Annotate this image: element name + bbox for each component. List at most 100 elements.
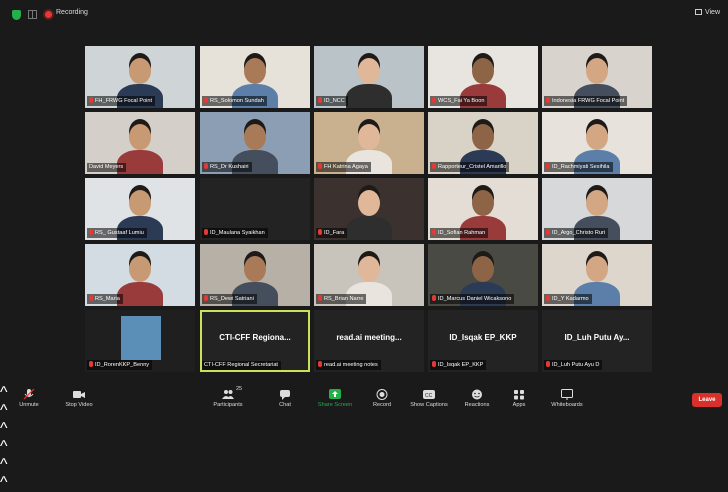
participant-display-name: CTI-CFF Regiona...: [219, 333, 291, 342]
share-screen-icon: [329, 387, 341, 399]
participant-tile[interactable]: FH_FRWG Focal Point: [85, 46, 195, 108]
participant-tile[interactable]: read.ai meeting... read.ai meeting notes: [314, 310, 424, 372]
muted-mic-icon: [546, 229, 550, 235]
muted-mic-icon: [546, 295, 550, 301]
participant-tile[interactable]: RS_Dr Kushairi: [200, 112, 310, 174]
participant-tile[interactable]: RS_Brian Narre: [314, 244, 424, 306]
participant-name-label: RS_Solomon Sundah: [202, 96, 267, 106]
participant-name: David Meyers: [89, 164, 124, 170]
participant-head: [472, 190, 494, 216]
participant-name-label: ID_Luh Putu Ayu D: [544, 360, 603, 370]
muted-mic-icon: [204, 295, 208, 301]
apps-label: Apps: [512, 402, 526, 408]
participant-name: read.ai meeting notes: [324, 362, 378, 368]
participant-name: FH_FRWG Focal Point: [95, 98, 153, 104]
participant-tile[interactable]: ID_Argo_Christo Ruri: [542, 178, 652, 240]
show-captions-button[interactable]: CC Show Captions: [406, 387, 452, 408]
reactions-label: Reactions: [464, 402, 490, 408]
participant-name-label: ID_RorenKKP_Benny: [87, 360, 153, 370]
whiteboard-icon: [561, 387, 573, 400]
record-button[interactable]: Record: [368, 387, 396, 408]
participant-tile[interactable]: RS_Maria: [85, 244, 195, 306]
video-options-caret[interactable]: ^: [0, 402, 728, 420]
meeting-info-icon[interactable]: [28, 10, 37, 19]
participant-name: CTI-CFF Regional Secretariat: [204, 362, 278, 368]
recording-label: Recording: [56, 9, 88, 16]
participant-name: ID_Rachmiyati Sesihila: [552, 164, 610, 170]
captions-cc-icon: CC: [423, 387, 435, 399]
audio-options-caret[interactable]: ^: [0, 384, 728, 402]
share-screen-button[interactable]: Share Screen: [314, 387, 356, 408]
participant-tile[interactable]: David Meyers: [85, 112, 195, 174]
view-button[interactable]: View: [694, 9, 720, 16]
participant-tile[interactable]: WCS_Fai Ya Boon: [428, 46, 538, 108]
participant-tile[interactable]: ID_Marcus Daniel Wicaksono: [428, 244, 538, 306]
captions-options-caret[interactable]: ^: [0, 456, 728, 474]
participant-tile[interactable]: ID_RorenKKP_Benny: [85, 310, 195, 372]
security-shield-icon[interactable]: [12, 10, 21, 20]
muted-mic-icon: [432, 97, 436, 103]
reactions-button[interactable]: Reactions: [460, 387, 494, 408]
participant-name-label: ID_Rachmiyati Sesihila: [544, 162, 613, 172]
view-label: View: [704, 9, 720, 16]
participant-name-label: RS_ Gustaaf Lumiu: [87, 228, 147, 238]
chat-options-caret[interactable]: ^: [0, 438, 728, 456]
participant-head: [586, 124, 608, 150]
meeting-toolbar: Unmute ^ Stop Video ^ 25 Participants ^ …: [0, 384, 728, 491]
participants-button[interactable]: 25 Participants: [208, 386, 248, 408]
participant-name-label: ID_Fara: [316, 228, 348, 238]
muted-mic-icon: [89, 361, 93, 367]
participant-tile[interactable]: ID_Sofian Rahman: [428, 178, 538, 240]
participant-head: [358, 256, 380, 282]
participant-head: [244, 124, 266, 150]
reactions-options-caret[interactable]: ^: [0, 474, 728, 492]
muted-mic-icon: [318, 295, 322, 301]
participant-display-name: read.ai meeting...: [336, 333, 402, 342]
participant-tile[interactable]: ID_NCC: [314, 46, 424, 108]
muted-mic-icon: [432, 361, 436, 367]
muted-mic-icon: [432, 163, 436, 169]
apps-button[interactable]: Apps: [506, 387, 532, 408]
participant-tile[interactable]: ID_Luh Putu Ay... ID_Luh Putu Ayu D: [542, 310, 652, 372]
participant-tile[interactable]: ID_Fara: [314, 178, 424, 240]
participant-head: [472, 256, 494, 282]
participant-tile[interactable]: ID_Isqak EP_KKP ID_Isqak EP_KKP: [428, 310, 538, 372]
participant-tile[interactable]: RS_Dewi Satriani: [200, 244, 310, 306]
participant-tile[interactable]: ID_Y Kadarmo: [542, 244, 652, 306]
participant-tile[interactable]: RS_ Gustaaf Lumiu: [85, 178, 195, 240]
participant-tile[interactable]: ID_Maulana Syaikhan: [200, 178, 310, 240]
participant-tile[interactable]: RS_Solomon Sundah: [200, 46, 310, 108]
chat-button[interactable]: Chat: [272, 387, 298, 408]
whiteboards-button[interactable]: Whiteboards: [546, 387, 588, 408]
participant-name: ID_NCC: [324, 98, 345, 104]
chat-bubble-icon: [279, 387, 291, 400]
participant-tile[interactable]: Rapporteur_Cristel Amarillo: [428, 112, 538, 174]
stop-video-button[interactable]: Stop Video: [60, 387, 98, 408]
participant-name-label: RS_Brian Narre: [316, 294, 367, 304]
stop-video-label: Stop Video: [65, 402, 93, 408]
participants-label: Participants: [213, 402, 243, 408]
muted-mic-icon: [546, 163, 550, 169]
unmute-button[interactable]: Unmute: [14, 387, 44, 408]
leave-button[interactable]: Leave: [692, 393, 722, 407]
show-captions-label: Show Captions: [410, 402, 448, 408]
participant-tile[interactable]: Indonesia FRWG Focal Point: [542, 46, 652, 108]
participant-name: ID_Maulana Syaikhan: [210, 230, 265, 236]
participant-head: [358, 190, 380, 216]
participant-name-label: WCS_Fai Ya Boon: [430, 96, 488, 106]
top-bar: Recording View: [0, 0, 728, 30]
participant-tile[interactable]: ID_Rachmiyati Sesihila: [542, 112, 652, 174]
muted-mic-icon: [318, 163, 322, 169]
participant-head: [358, 58, 380, 84]
participant-tile[interactable]: CTI-CFF Regiona... CTI-CFF Regional Secre…: [200, 310, 310, 372]
participants-options-caret[interactable]: ^: [0, 420, 728, 438]
participant-tile[interactable]: FH Katrina Agaya: [314, 112, 424, 174]
participant-name: ID_Luh Putu Ayu D: [552, 362, 600, 368]
participant-name-label: read.ai meeting notes: [316, 360, 381, 370]
muted-mic-icon: [89, 295, 93, 301]
participant-head: [358, 124, 380, 150]
muted-mic-icon: [432, 229, 436, 235]
svg-text:CC: CC: [425, 393, 433, 399]
participant-body: [346, 216, 392, 240]
participant-head: [129, 58, 151, 84]
